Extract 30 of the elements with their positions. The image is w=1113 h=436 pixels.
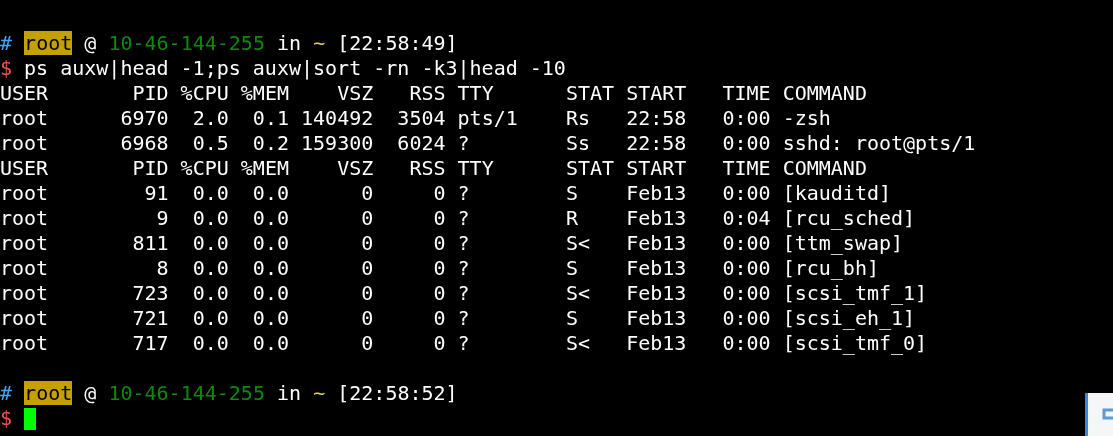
prompt-hash: #: [0, 31, 13, 55]
output-line: root 91 0.0 0.0 0 0 ? S Feb13 0:00 [kauditd]: [0, 181, 892, 206]
prompt-time: [22:58:49]: [337, 31, 458, 55]
output-line: USER PID %CPU %MEM VSZ RSS TTY STAT START TIME COMMAND: [0, 156, 867, 181]
prompt-in: in: [277, 31, 302, 55]
output-line: root 6970 2.0 0.1 140492 3504 pts/1 Rs 22:58 0:00 -zsh: [0, 106, 831, 131]
command-text: ps auxw|head -1;ps auxw|sort -rn -k3|head -10: [24, 56, 566, 81]
output-line: root 721 0.0 0.0 0 0 ? S Feb13 0:00 [scsi_eh_1]: [0, 306, 916, 331]
prompt-host: 10-46-144-255: [108, 381, 265, 405]
prompt-dir: ~: [313, 381, 326, 405]
output-line: root 8 0.0 0.0 0 0 ? S Feb13 0:00 [rcu_bh]: [0, 256, 879, 281]
output-line: USER PID %CPU %MEM VSZ RSS TTY STAT START TIME COMMAND: [0, 81, 867, 106]
output-line: root 811 0.0 0.0 0 0 ? S< Feb13 0:00 [ttm_swap]: [0, 231, 904, 256]
prompt-at: @: [84, 31, 97, 55]
prompt-dollar: $: [0, 406, 13, 431]
prompt-hash: #: [0, 381, 13, 405]
prompt-time: [22:58:52]: [337, 381, 458, 405]
prompt-in: in: [277, 381, 302, 405]
prompt-user: root: [24, 381, 73, 405]
floating-widget[interactable]: [1085, 393, 1113, 436]
output-line: root 723 0.0 0.0 0 0 ? S< Feb13 0:00 [scsi_tmf_1]: [0, 281, 928, 306]
output-line: root 717 0.0 0.0 0 0 ? S< Feb13 0:00 [scsi_tmf_0]: [0, 331, 928, 356]
widget-icon: [1101, 407, 1113, 422]
prompt-dollar: $: [0, 56, 13, 81]
output-line: root 9 0.0 0.0 0 0 ? R Feb13 0:04 [rcu_sched]: [0, 206, 916, 231]
prompt-at: @: [84, 381, 97, 405]
prompt-host: 10-46-144-255: [108, 31, 265, 55]
prompt-dir: ~: [313, 31, 326, 55]
prompt-user: root: [24, 31, 73, 55]
output-line: root 6968 0.5 0.2 159300 6024 ? Ss 22:58 0:00 sshd: root@pts/1: [0, 131, 976, 156]
